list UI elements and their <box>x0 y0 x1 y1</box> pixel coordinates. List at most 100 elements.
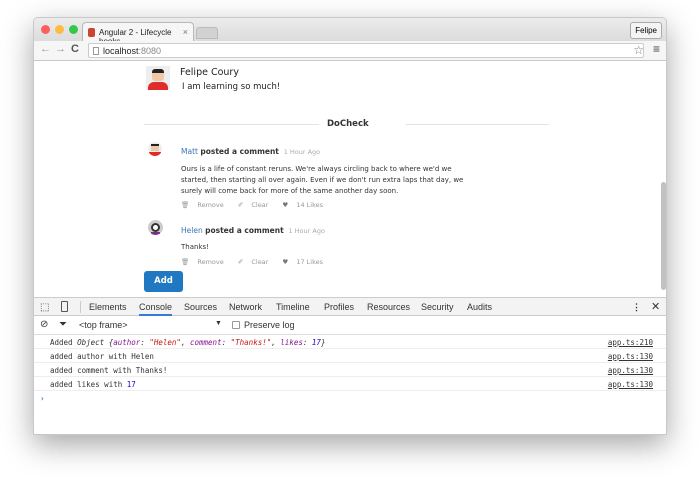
comment-actions: 🗑︎ Remove ✐ Clear ♥ 17 Likes <box>181 258 335 266</box>
comment-author[interactable]: Helen <box>181 226 203 235</box>
reload-icon[interactable]: C <box>71 43 79 55</box>
log-source-link[interactable]: app.ts:210 <box>608 338 653 347</box>
heart-icon: ♥ <box>282 258 289 266</box>
frame-select[interactable]: <top frame> <box>79 320 128 330</box>
profile-text: I am learning so much! <box>182 82 281 92</box>
log-text: added likes with <box>50 380 127 389</box>
log-number: 17 <box>126 380 136 389</box>
likes-count: 14 Likes <box>296 201 324 209</box>
tab-audits[interactable]: Audits <box>467 302 492 312</box>
remove-button[interactable]: 🗑︎ Remove <box>181 201 230 209</box>
avatar <box>148 220 163 235</box>
comment-posted: posted a comment <box>200 147 279 156</box>
forward-icon[interactable]: → <box>55 43 66 55</box>
filter-icon[interactable]: ⏷ <box>59 319 67 330</box>
maximize-window-button[interactable] <box>69 25 78 34</box>
eraser-icon: ✐ <box>237 258 244 266</box>
page-content: Felipe Coury I am learning so much! DoCh… <box>34 62 666 297</box>
console-log-row: added comment with Thanks! app.ts:130 <box>34 363 666 377</box>
log-text: Added <box>50 338 78 347</box>
address-bar[interactable]: localhost:8080 <box>88 43 644 58</box>
tab-sources[interactable]: Sources <box>184 302 217 312</box>
log-object-type[interactable]: Object <box>77 338 109 347</box>
page-icon <box>93 47 99 55</box>
divider <box>144 124 319 125</box>
close-window-button[interactable] <box>41 25 50 34</box>
minimize-window-button[interactable] <box>55 25 64 34</box>
comment-text: Thanks! <box>181 243 209 251</box>
bookmark-star-icon[interactable]: ☆ <box>633 43 644 57</box>
remove-button[interactable]: 🗑︎ Remove <box>181 258 230 266</box>
menu-icon[interactable]: ≡ <box>653 42 660 56</box>
preserve-log-checkbox[interactable] <box>232 321 240 329</box>
add-button[interactable]: Add <box>144 271 183 292</box>
profile-name: Felipe Coury <box>180 67 239 78</box>
clear-button[interactable]: ✐ Clear <box>238 201 275 209</box>
tab-timeline[interactable]: Timeline <box>276 302 310 312</box>
tab-profiles[interactable]: Profiles <box>324 302 354 312</box>
title-bar: Angular 2 - Lifecycle hooks × Felipe <box>34 18 666 46</box>
browser-tab[interactable]: Angular 2 - Lifecycle hooks × <box>82 22 194 46</box>
console-toolbar: ⊘ ⏷ <top frame> ▼ Preserve log <box>34 316 666 335</box>
comment-header: Helen posted a comment 1 Hour Ago <box>181 226 325 235</box>
devtools-panel: ⬚ Elements Console Sources Network Timel… <box>34 297 666 434</box>
console-log-row: added likes with 17 app.ts:130 <box>34 377 666 391</box>
console-log-row: added author with Helen app.ts:130 <box>34 349 666 363</box>
comment-author[interactable]: Matt <box>181 147 198 156</box>
log-text: added comment with Thanks! <box>50 366 168 375</box>
likes-count: 17 Likes <box>296 258 324 266</box>
console-log-row: Added Object {author: "Helen", comment: … <box>34 335 666 349</box>
tab-network[interactable]: Network <box>229 302 262 312</box>
prop-value: 17 <box>311 338 321 347</box>
tab-console[interactable]: Console <box>139 302 173 316</box>
clear-button[interactable]: ✐ Clear <box>238 258 275 266</box>
avatar <box>148 142 162 156</box>
scrollbar[interactable] <box>661 182 666 290</box>
profile-button[interactable]: Felipe <box>630 22 662 39</box>
url-port: :8080 <box>138 46 162 56</box>
back-icon[interactable]: ← <box>40 43 51 55</box>
log-source-link[interactable]: app.ts:130 <box>608 352 653 361</box>
avatar <box>146 66 170 90</box>
more-options-icon[interactable]: ⋮ <box>632 302 641 313</box>
console-prompt[interactable]: › <box>34 391 666 405</box>
log-text: added author with Helen <box>50 352 154 361</box>
remove-label: Remove <box>197 258 224 266</box>
divider <box>80 301 81 313</box>
comment-actions: 🗑︎ Remove ✐ Clear ♥ 14 Likes <box>181 201 335 209</box>
comment-time: 1 Hour Ago <box>283 148 321 156</box>
close-devtools-icon[interactable]: ✕ <box>651 300 660 313</box>
tab-elements[interactable]: Elements <box>89 302 127 312</box>
brace: } <box>320 338 326 347</box>
prop-value: "Thanks!" <box>230 338 272 347</box>
comment-posted: posted a comment <box>205 226 284 235</box>
prompt-icon: › <box>40 394 45 403</box>
dropdown-arrow-icon[interactable]: ▼ <box>215 320 222 327</box>
favicon-icon <box>88 28 95 37</box>
preserve-log-label: Preserve log <box>244 320 295 330</box>
log-source-link[interactable]: app.ts:130 <box>608 380 653 389</box>
clear-label: Clear <box>251 258 269 266</box>
comment-header: Matt posted a comment 1 Hour Ago <box>181 147 320 156</box>
device-mode-icon[interactable] <box>61 301 68 312</box>
tab-close-icon[interactable]: × <box>183 27 188 37</box>
log-source-link[interactable]: app.ts:130 <box>608 366 653 375</box>
tab-security[interactable]: Security <box>421 302 454 312</box>
new-tab-button[interactable] <box>196 27 218 39</box>
eraser-icon: ✐ <box>237 201 244 209</box>
prop-key: comment <box>189 338 222 347</box>
like-button[interactable]: ♥ 14 Likes <box>282 201 329 209</box>
comment-time: 1 Hour Ago <box>288 227 325 235</box>
browser-toolbar: ← → C localhost:8080 ☆ ≡ <box>34 41 666 61</box>
trash-icon: 🗑︎ <box>181 201 190 209</box>
inspect-element-icon[interactable]: ⬚ <box>40 302 49 313</box>
prop-key: author <box>113 338 141 347</box>
devtools-tabs: ⬚ Elements Console Sources Network Timel… <box>34 298 666 316</box>
clear-console-icon[interactable]: ⊘ <box>40 319 48 330</box>
heart-icon: ♥ <box>282 201 289 209</box>
section-title: DoCheck <box>327 119 369 129</box>
tab-resources[interactable]: Resources <box>367 302 410 312</box>
trash-icon: 🗑︎ <box>181 258 190 266</box>
prop-value: "Helen" <box>149 338 181 347</box>
like-button[interactable]: ♥ 17 Likes <box>282 258 329 266</box>
